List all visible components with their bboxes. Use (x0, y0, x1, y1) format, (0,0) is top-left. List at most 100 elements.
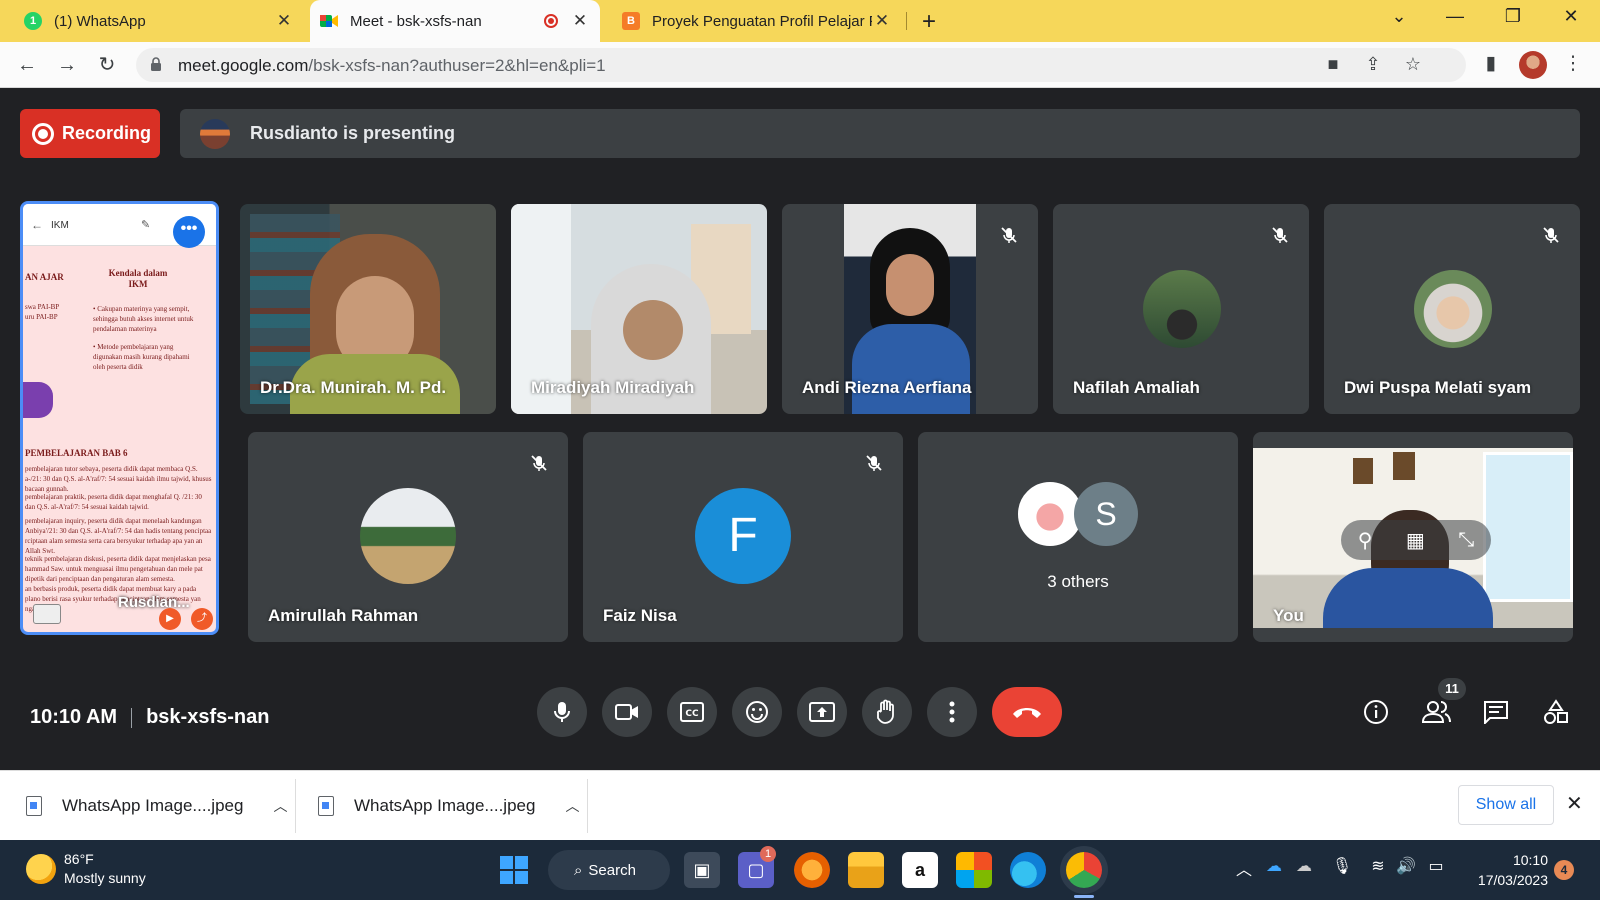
slide-heading: PEMBELAJARAN BAB 6 (25, 448, 128, 458)
activities-button[interactable] (1536, 692, 1576, 732)
microphone-button[interactable] (537, 687, 587, 737)
recording-label: Recording (62, 123, 152, 143)
camera-icon[interactable]: ■ (1322, 54, 1344, 75)
participant-tile[interactable]: F Faiz Nisa (583, 432, 903, 642)
download-shelf: WhatsApp Image....jpeg ︿ WhatsApp Image.… (0, 770, 1600, 840)
taskbar-search[interactable]: ⌕ Search (548, 850, 670, 890)
microsoft-store-icon[interactable] (956, 852, 992, 888)
self-view-tile[interactable]: ⚲ ▦ ⤡ You (1253, 432, 1573, 642)
search-icon: ⌕ (574, 861, 583, 879)
participant-tile[interactable]: Nafilah Amaliah (1053, 204, 1309, 414)
mic-off-icon (994, 220, 1024, 250)
microphone-icon (554, 702, 570, 722)
close-shelf-icon[interactable]: ✕ (1566, 791, 1583, 816)
tab-meet[interactable]: Meet - bsk-xsfs-nan ✕ (310, 0, 600, 42)
back-arrow-icon[interactable]: ← (14, 52, 40, 78)
raise-hand-button[interactable] (862, 687, 912, 737)
others-tile[interactable]: S 3 others (918, 432, 1238, 642)
chrome-icon[interactable] (1066, 852, 1102, 888)
windows-taskbar: 86°F Mostly sunny ⌕ Search ▣ ▢ 1 a ︿ ☁ ☁… (0, 840, 1600, 900)
more-options-icon[interactable]: ••• (173, 216, 205, 248)
download-item[interactable]: WhatsApp Image....jpeg ︿ (318, 771, 579, 841)
tab-label: Proyek Penguatan Profil Pelajar P (652, 12, 872, 30)
mic-off-icon (524, 448, 554, 478)
sun-icon[interactable] (26, 854, 56, 884)
close-window-icon[interactable]: ✕ (1556, 6, 1586, 27)
slide-paragraph: teknik pembelajaran diskusi, peserta did… (25, 555, 211, 583)
app-title: IKM (51, 220, 69, 231)
participant-tile[interactable]: Dr.Dra. Munirah. M. Pd. (240, 204, 496, 414)
weather-widget[interactable]: 86°F Mostly sunny (64, 850, 146, 888)
task-view-icon[interactable]: ▣ (684, 852, 720, 888)
participant-video-face (623, 300, 683, 360)
participant-tile[interactable]: Andi Riezna Aerfiana (782, 204, 1038, 414)
notification-badge[interactable]: 4 (1554, 860, 1574, 880)
meeting-details-button[interactable] (1356, 692, 1396, 732)
volume-icon[interactable]: 🔊 (1394, 856, 1418, 876)
side-panel-icon[interactable]: ▮ (1478, 52, 1504, 75)
raise-hand-icon (877, 699, 894, 724)
amazon-icon[interactable]: a (902, 852, 938, 888)
wifi-icon[interactable]: ≋ (1366, 856, 1390, 876)
participant-tile[interactable]: Amirullah Rahman (248, 432, 568, 642)
camera-icon (615, 704, 638, 720)
show-all-button[interactable]: Show all (1458, 785, 1554, 825)
close-tab-icon[interactable]: ✕ (274, 11, 294, 31)
slide-paragraph: pembelajaran inquiry, peserta didik dapa… (25, 517, 212, 555)
self-tile-controls: ⚲ ▦ ⤡ (1341, 520, 1491, 560)
tab-whatsapp[interactable]: 1 (1) WhatsApp ✕ (14, 0, 304, 42)
chevron-up-icon[interactable]: ︿ (273, 796, 287, 816)
lock-icon (151, 57, 161, 71)
microphone-tray-icon[interactable]: 🎙 (1330, 856, 1354, 876)
close-tab-icon[interactable]: ✕ (570, 11, 590, 31)
forward-arrow-icon[interactable]: → (54, 52, 80, 78)
chevron-up-icon[interactable]: ︿ (565, 796, 579, 816)
taskbar-clock[interactable]: 10:10 17/03/2023 (1468, 850, 1548, 890)
edge-icon[interactable] (1010, 852, 1046, 888)
address-bar[interactable]: meet.google.com/bsk-xsfs-nan?authuser=2&… (136, 48, 1466, 82)
profile-avatar[interactable] (1519, 51, 1547, 79)
chevron-up-icon[interactable]: ︿ (1232, 856, 1256, 880)
participant-tile[interactable]: Dwi Puspa Melati syam (1324, 204, 1580, 414)
present-screen-button[interactable] (797, 687, 847, 737)
captions-button[interactable]: CC (667, 687, 717, 737)
new-tab-plus-icon[interactable]: + (922, 8, 936, 36)
tab-proyek[interactable]: B Proyek Penguatan Profil Pelajar P ✕ (612, 0, 902, 42)
participant-name: Amirullah Rahman (268, 606, 419, 625)
divider (295, 779, 296, 833)
firefox-icon[interactable] (794, 852, 830, 888)
battery-icon[interactable]: ▭ (1424, 856, 1448, 876)
presenting-banner[interactable]: Rusdianto is presenting (180, 109, 1580, 158)
activities-shapes-icon (1544, 699, 1568, 724)
reload-icon[interactable]: ↻ (94, 52, 120, 78)
windows-start-icon[interactable] (500, 856, 528, 884)
more-options-button[interactable] (927, 687, 977, 737)
participant-tile[interactable]: Miradiyah Miradiyah (511, 204, 767, 414)
download-item[interactable]: WhatsApp Image....jpeg ︿ (26, 771, 287, 841)
camera-button[interactable] (602, 687, 652, 737)
cloud-icon[interactable]: ☁ (1292, 856, 1316, 876)
chat-button[interactable] (1476, 692, 1516, 732)
divider (131, 707, 133, 728)
pin-icon[interactable]: ⚲ (1358, 528, 1373, 553)
svg-text:CC: CC (685, 709, 699, 719)
share-icon[interactable]: ⇪ (1362, 54, 1384, 75)
minimize-self-icon[interactable]: ⤡ (1458, 529, 1474, 552)
more-vertical-icon (949, 701, 955, 723)
file-explorer-icon[interactable] (848, 852, 884, 888)
slide-fragment: AN AJAR (25, 272, 64, 282)
menu-kebab-icon[interactable]: ⋮ (1560, 52, 1586, 75)
people-button[interactable] (1416, 692, 1456, 732)
restore-icon[interactable]: ❐ (1498, 6, 1528, 27)
shared-screen-tile[interactable]: ← IKM ✎ ••• Kendala dalam IKM AN AJAR sw… (20, 201, 219, 635)
minimize-icon[interactable]: — (1440, 6, 1470, 27)
recording-button[interactable]: Recording (20, 109, 160, 158)
tab-search-chevron-icon[interactable]: ⌄ (1384, 6, 1414, 27)
hang-up-icon (1013, 708, 1041, 718)
close-tab-icon[interactable]: ✕ (872, 11, 892, 31)
bookmark-star-icon[interactable]: ☆ (1402, 54, 1424, 75)
onedrive-icon[interactable]: ☁ (1262, 856, 1286, 876)
frame-icon[interactable]: ▦ (1406, 528, 1425, 553)
reactions-button[interactable] (732, 687, 782, 737)
leave-call-button[interactable] (992, 687, 1062, 737)
